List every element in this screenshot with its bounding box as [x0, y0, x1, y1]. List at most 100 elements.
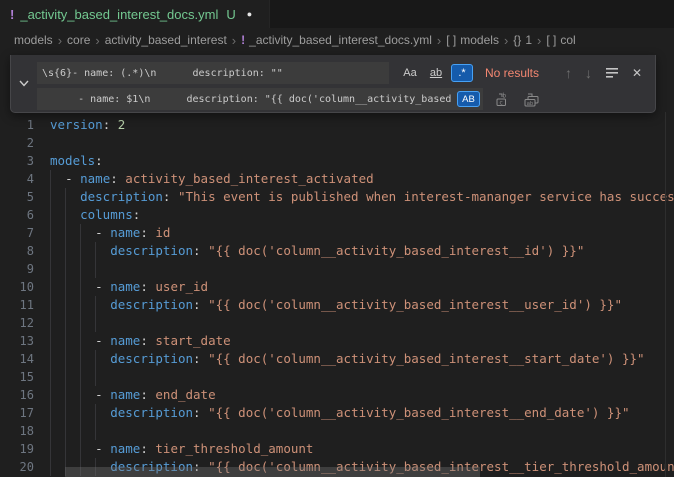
yaml-file-icon: !	[241, 33, 245, 47]
replace-buttons: b c ab	[495, 91, 541, 107]
code-line[interactable]: 19 - name: tier_threshold_amount	[0, 440, 674, 458]
breadcrumb-separator: ›	[58, 33, 62, 48]
code-line[interactable]: 10 - name: user_id	[0, 278, 674, 296]
code-text: - name: end_date	[50, 386, 216, 404]
code-text: - name: id	[50, 224, 170, 242]
breadcrumb-item[interactable]: [ ]col	[546, 33, 575, 47]
line-number: 12	[0, 314, 34, 332]
indent-guide	[65, 260, 66, 278]
code-line[interactable]: 3models:	[0, 152, 674, 170]
code-text: description: "{{ doc('column__activity_b…	[50, 350, 645, 368]
indent-guide	[80, 260, 81, 278]
close-button[interactable]: ✕	[632, 67, 642, 79]
replace-button[interactable]: b c	[495, 91, 511, 107]
editor-pane[interactable]: 1 version: 223models:4 - name: activity_b…	[0, 52, 674, 477]
code-text: version: 2	[50, 116, 125, 134]
line-number: 19	[0, 440, 34, 458]
find-row: Aa ab .* No results ↑ ↓ ✕	[37, 62, 642, 84]
code-line[interactable]: 7 - name: id	[0, 224, 674, 242]
indent-guide	[50, 260, 51, 278]
find-replace-widget: Aa ab .* No results ↑ ↓ ✕ AB	[10, 55, 656, 113]
code-line[interactable]: 13 - name: start_date	[0, 332, 674, 350]
tab-filename: _activity_based_interest_docs.yml	[20, 7, 218, 22]
line-number: 10	[0, 278, 34, 296]
breadcrumb-label: models	[460, 33, 499, 47]
code-line[interactable]: 5 description: "This event is published …	[0, 188, 674, 206]
horizontal-scrollbar[interactable]	[65, 467, 480, 477]
selection-icon	[605, 67, 619, 79]
match-case-toggle[interactable]: Aa	[399, 64, 421, 82]
preserve-case-toggle[interactable]: AB	[457, 91, 480, 107]
svg-text:c: c	[499, 99, 503, 106]
code-line[interactable]: 2	[0, 134, 674, 152]
code-text: - name: start_date	[50, 332, 231, 350]
chevron-down-icon	[19, 80, 29, 87]
code-text: description: "{{ doc('column__activity_b…	[50, 296, 622, 314]
breadcrumb-label: 1	[525, 33, 532, 47]
breadcrumb-separator: ›	[437, 33, 441, 48]
find-options: Aa ab .*	[399, 64, 473, 82]
line-number: 7	[0, 224, 34, 242]
code-text: description: "{{ doc('column__activity_b…	[50, 404, 630, 422]
toggle-replace-button[interactable]	[11, 55, 36, 112]
breadcrumb-label: core	[67, 33, 90, 47]
symbol-icon: [ ]	[546, 33, 556, 47]
modified-dot-icon[interactable]: ●	[247, 9, 252, 19]
code-line[interactable]: 16 - name: end_date	[0, 386, 674, 404]
breadcrumb-item[interactable]: core	[67, 33, 90, 47]
line-number: 1	[0, 116, 34, 134]
indent-guide	[50, 314, 51, 332]
code-text: columns:	[50, 206, 140, 224]
replace-input-wrap: AB	[37, 88, 483, 110]
code-line[interactable]: 15	[0, 368, 674, 386]
line-number: 9	[0, 260, 34, 278]
breadcrumb-item[interactable]: ! _activity_based_interest_docs.yml	[241, 33, 432, 47]
indent-guide	[95, 260, 96, 278]
symbol-icon: [ ]	[446, 33, 456, 47]
code-line[interactable]: 9	[0, 260, 674, 278]
line-number: 5	[0, 188, 34, 206]
code-line[interactable]: 1 version: 2	[0, 116, 674, 134]
line-number: 18	[0, 422, 34, 440]
find-in-selection-button[interactable]	[605, 67, 619, 79]
code-line[interactable]: 6 columns:	[0, 206, 674, 224]
whole-word-toggle[interactable]: ab	[425, 64, 447, 82]
code-line[interactable]: 4 - name: activity_based_interest_activa…	[0, 170, 674, 188]
replace-icon: b c	[495, 91, 511, 107]
indent-guide	[50, 422, 51, 440]
tab-bar: ! _activity_based_interest_docs.yml U ●	[0, 0, 674, 28]
line-number: 6	[0, 206, 34, 224]
code-line[interactable]: 18	[0, 422, 674, 440]
replace-row: AB b c ab	[37, 88, 541, 110]
code-line[interactable]: 8 description: "{{ doc('column__activity…	[0, 242, 674, 260]
code-line[interactable]: 14 description: "{{ doc('column__activit…	[0, 350, 674, 368]
replace-all-button[interactable]: ab	[523, 91, 541, 107]
scrollbar-track-edge	[665, 112, 666, 477]
breadcrumb-item[interactable]: models	[14, 33, 53, 47]
next-match-button[interactable]: ↓	[585, 66, 592, 80]
line-number: 13	[0, 332, 34, 350]
indent-guide	[95, 368, 96, 386]
find-input[interactable]	[37, 62, 389, 84]
replace-input[interactable]	[37, 88, 483, 110]
breadcrumb-item[interactable]: {} 1	[513, 33, 532, 47]
symbol-icon: {}	[513, 33, 521, 47]
code-line[interactable]: 11 description: "{{ doc('column__activit…	[0, 296, 674, 314]
yaml-file-icon: !	[10, 7, 14, 22]
line-number: 15	[0, 368, 34, 386]
indent-guide	[65, 314, 66, 332]
breadcrumb-label: _activity_based_interest_docs.yml	[249, 33, 432, 47]
line-number: 17	[0, 404, 34, 422]
indent-guide	[80, 368, 81, 386]
breadcrumb: models›core›activity_based_interest›!_ac…	[0, 28, 674, 52]
line-number: 20	[0, 458, 34, 476]
regex-toggle[interactable]: .*	[451, 64, 473, 82]
svg-text:ab: ab	[527, 101, 534, 107]
editor-tab[interactable]: ! _activity_based_interest_docs.yml U ●	[0, 0, 270, 28]
code-text: - name: tier_threshold_amount	[50, 440, 313, 458]
breadcrumb-item[interactable]: [ ] models	[446, 33, 499, 47]
code-line[interactable]: 12	[0, 314, 674, 332]
code-line[interactable]: 17 description: "{{ doc('column__activit…	[0, 404, 674, 422]
previous-match-button[interactable]: ↑	[565, 66, 572, 80]
breadcrumb-item[interactable]: activity_based_interest	[105, 33, 227, 47]
